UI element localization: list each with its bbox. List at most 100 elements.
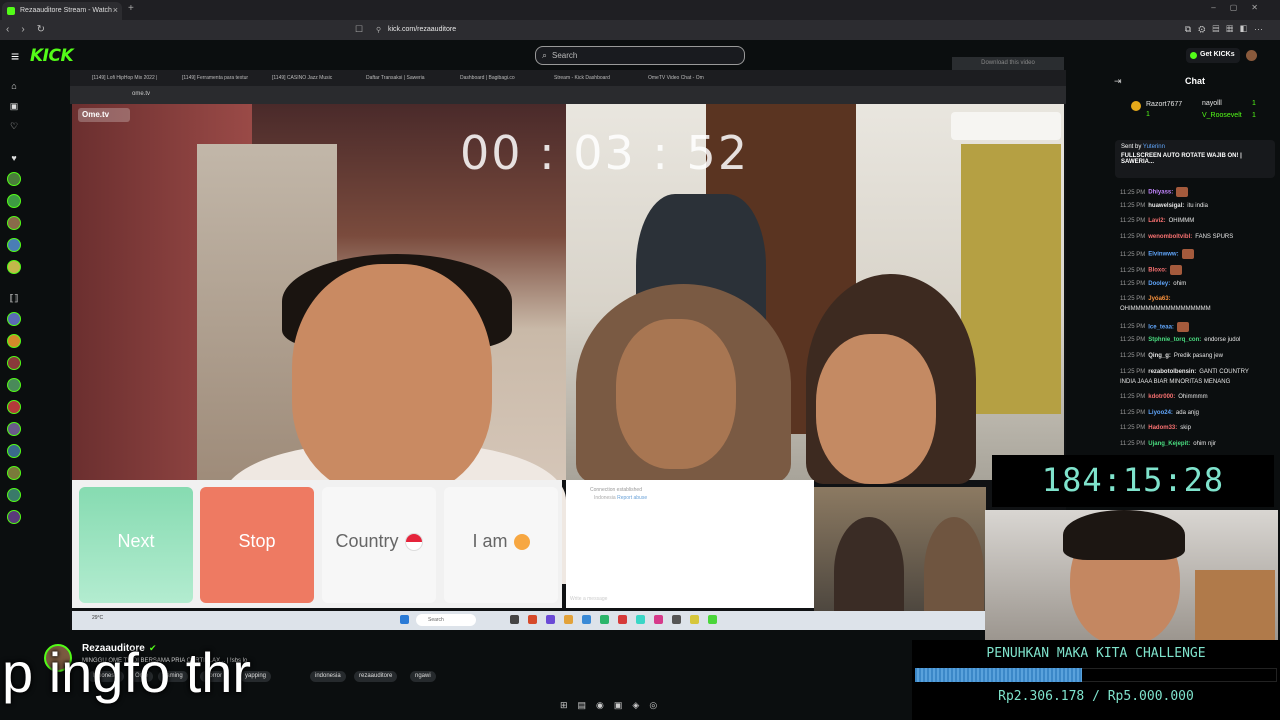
chat-message[interactable]: 11:25 PM Liyoo24: ada anjg bbox=[1120, 410, 1199, 416]
home-icon[interactable]: ⌂ bbox=[8, 81, 20, 93]
menu-icon[interactable]: ≡ bbox=[11, 48, 19, 64]
chat-timestamp: 11:25 PM bbox=[1120, 280, 1146, 287]
followed-channel-avatar[interactable] bbox=[7, 260, 21, 274]
site-info-icon[interactable]: ⚲ bbox=[376, 26, 381, 34]
followed-channel-avatar[interactable] bbox=[7, 172, 21, 186]
recommended-channel-avatar[interactable] bbox=[7, 422, 21, 436]
gifter-name[interactable]: V_Roosevelt bbox=[1202, 112, 1242, 119]
chat-message[interactable]: 11:25 PM Stphnie_torq_con: endorse judol bbox=[1120, 337, 1240, 343]
chat-timestamp: 11:25 PM bbox=[1120, 337, 1146, 344]
url-field[interactable]: ⚲ kick.com/rezaauditore bbox=[370, 23, 900, 37]
chat-message[interactable]: 11:25 PM Lavi2: OHIMMM bbox=[1120, 218, 1194, 224]
stream-tag[interactable]: ngawi bbox=[410, 671, 436, 682]
gifter-count: 1 bbox=[1146, 111, 1150, 118]
chat-message[interactable]: 11:25 PM Ujang_Kejepit: ohim njir bbox=[1120, 441, 1216, 447]
chat-username[interactable]: Ujang_Kejepit: bbox=[1148, 441, 1190, 447]
chat-message[interactable]: 11:25 PM Dooley: ohim bbox=[1120, 281, 1186, 287]
chat-message[interactable]: OHIMMMMMMMMMMMMMMMM bbox=[1120, 306, 1211, 312]
country-button[interactable]: Country bbox=[322, 487, 436, 603]
report-link[interactable]: Report abuse bbox=[617, 495, 647, 501]
stop-button[interactable]: Stop bbox=[200, 487, 314, 603]
browser-toolbar-icons[interactable]: ⧉⚙▤▦◧⋯ bbox=[1185, 24, 1270, 35]
kick-logo[interactable]: KICK bbox=[30, 46, 74, 66]
recommended-channel-avatar[interactable] bbox=[7, 510, 21, 524]
chat-message[interactable]: 11:25 PM Hadom33: skip bbox=[1120, 425, 1191, 431]
chat-username[interactable]: rezabotolbensin: bbox=[1148, 369, 1196, 375]
followed-heart-icon[interactable]: ♥ bbox=[8, 153, 20, 165]
download-video-button[interactable]: Download this video bbox=[952, 57, 1064, 70]
close-tab-icon[interactable]: × bbox=[113, 5, 118, 15]
new-tab-button[interactable]: + bbox=[128, 3, 134, 14]
chat-text: FANS SPURS bbox=[1195, 233, 1234, 240]
browse-icon[interactable]: ▣ bbox=[8, 101, 20, 113]
message-input[interactable]: Write a message bbox=[570, 596, 607, 602]
recommended-channel-avatar[interactable] bbox=[7, 356, 21, 370]
recommended-channel-avatar[interactable] bbox=[7, 378, 21, 392]
chat-username[interactable]: Elvinwww: bbox=[1148, 252, 1178, 258]
chat-username[interactable]: Jyóa63: bbox=[1148, 296, 1170, 302]
chat-timestamp: 11:25 PM bbox=[1120, 441, 1146, 447]
collapse-chat-icon[interactable]: ⇥ bbox=[1114, 76, 1122, 87]
chat-username[interactable]: huawelsigal: bbox=[1148, 203, 1184, 209]
gifter-name[interactable]: Razort7677 bbox=[1146, 101, 1182, 108]
captured-tab: [1149] Lofi HipHop Mix 2022 | bbox=[92, 75, 158, 81]
chat-message[interactable]: 11:25 PM rezabotolbensin: GANTI COUNTRY bbox=[1120, 369, 1249, 375]
taskbar-app-icon bbox=[672, 615, 681, 624]
chat-username[interactable]: Lavi2: bbox=[1148, 218, 1165, 224]
boy-emoji-icon bbox=[513, 534, 530, 551]
chat-message[interactable]: 11:25 PM Jyóa63: bbox=[1120, 296, 1171, 302]
chat-message[interactable]: 11:25 PM Qing_g: Predik pasang jew bbox=[1120, 353, 1223, 359]
chat-message[interactable]: 11:25 PM Elvinwww: bbox=[1120, 249, 1194, 260]
os-taskbar-icons[interactable]: ⊞▤◉▣◈◎ bbox=[560, 700, 667, 711]
search-input[interactable]: ⌕ Search bbox=[535, 46, 745, 65]
chat-message[interactable]: 11:25 PM Bloxo: bbox=[1120, 265, 1182, 275]
captured-url: ome.tv bbox=[132, 91, 151, 97]
window-controls[interactable]: –▢✕ bbox=[1211, 3, 1272, 12]
followed-channel-avatar[interactable] bbox=[7, 216, 21, 230]
chat-username[interactable]: Qing_g: bbox=[1148, 353, 1171, 359]
gender-button[interactable]: I am bbox=[444, 487, 558, 603]
chat-username[interactable]: wenomboltvibl: bbox=[1148, 234, 1192, 240]
recommended-channel-avatar[interactable] bbox=[7, 334, 21, 348]
followed-channel-avatar[interactable] bbox=[7, 238, 21, 252]
chat-username[interactable]: kdotr000: bbox=[1148, 394, 1175, 400]
chat-username[interactable]: Stphnie_torq_con: bbox=[1148, 337, 1201, 343]
call-timer: 00 : 03 : 52 bbox=[460, 126, 750, 180]
chat-message[interactable]: INDIA JAAA BIAR MINORITAS MENANG bbox=[1120, 379, 1230, 385]
recommended-channel-avatar[interactable] bbox=[7, 466, 21, 480]
chat-username[interactable]: Ice_teaa: bbox=[1148, 324, 1174, 330]
chat-timestamp: 11:25 PM bbox=[1120, 189, 1146, 196]
chat-timestamp: 11:25 PM bbox=[1120, 394, 1146, 401]
user-avatar[interactable] bbox=[1246, 50, 1257, 61]
chat-message[interactable]: 11:25 PM Dhiyass: bbox=[1120, 187, 1189, 197]
taskbar-app-icon bbox=[582, 615, 591, 624]
chat-username[interactable]: Bloxo: bbox=[1148, 268, 1167, 274]
pinned-message[interactable]: Sent by Yuterinn FULLSCREEN AUTO ROTATE … bbox=[1115, 140, 1275, 178]
recommended-channel-avatar[interactable] bbox=[7, 488, 21, 502]
stream-tag[interactable]: rezaauditore bbox=[354, 671, 398, 682]
next-button[interactable]: Next bbox=[79, 487, 193, 603]
gifter-name[interactable]: nayolll bbox=[1202, 100, 1222, 107]
chat-message[interactable]: 11:25 PM kdotr000: Ohimmmm bbox=[1120, 394, 1208, 400]
recommended-channel-avatar[interactable] bbox=[7, 312, 21, 326]
recommended-channel-avatar[interactable] bbox=[7, 444, 21, 458]
recommended-channel-avatar[interactable] bbox=[7, 400, 21, 414]
get-kicks-button[interactable]: Get KICKs bbox=[1186, 48, 1240, 63]
get-kicks-label: Get KICKs bbox=[1200, 51, 1235, 58]
chat-message[interactable]: 11:25 PM huawelsigal: itu india bbox=[1120, 203, 1208, 209]
chat-message[interactable]: 11:25 PM wenomboltvibl: FANS SPURS bbox=[1120, 234, 1233, 240]
stream-tag[interactable]: indonesia bbox=[310, 671, 346, 682]
chat-username[interactable]: Hadom33: bbox=[1148, 425, 1177, 431]
chat-username[interactable]: Liyoo24: bbox=[1148, 410, 1173, 416]
followed-channel-avatar[interactable] bbox=[7, 194, 21, 208]
navigation-buttons[interactable]: ‹›↻ bbox=[6, 24, 57, 35]
chat-message[interactable]: 11:25 PM Ice_teaa: bbox=[1120, 321, 1189, 332]
iam-label: I am bbox=[472, 531, 508, 551]
taskbar-app-icon bbox=[654, 615, 663, 624]
browser-tab[interactable]: Rezaauditore Stream - Watch × bbox=[2, 2, 122, 20]
chat-username[interactable]: Dooley: bbox=[1148, 281, 1170, 287]
bookmark-icon[interactable]: ☐ bbox=[355, 24, 363, 35]
recommended-icon[interactable]: ⟦⟧ bbox=[8, 293, 20, 305]
following-icon[interactable]: ♡ bbox=[8, 121, 20, 133]
chat-username[interactable]: Dhiyass: bbox=[1148, 190, 1173, 196]
